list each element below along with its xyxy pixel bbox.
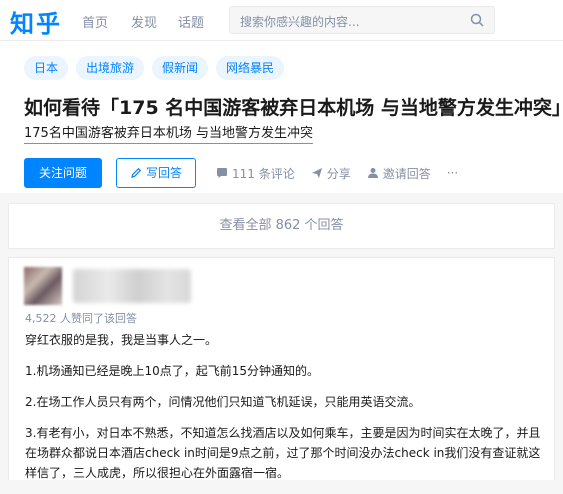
search-icon[interactable] [470,13,484,27]
search-placeholder: 搜索你感兴趣的内容... [240,15,360,29]
more-button[interactable]: ··· [447,166,458,180]
answer-paragraph: 3.有老有小，对日本不熟悉，不知道怎么找酒店以及如何乘车，主要是因为时间实在太晚… [25,426,541,480]
topic-tag[interactable]: 网络暴民 [216,56,285,80]
comments-button[interactable]: 111 条评论 [216,165,295,182]
comment-icon [217,168,227,178]
question-detail[interactable]: 175名中国游客被弃日本机场 与当地警方发生冲突 [24,125,313,144]
question-title: 如何看待「175 名中国游客被弃日本机场 与当地警方发生冲突」？ [24,97,563,119]
share-button[interactable]: 分享 [311,165,351,182]
author-info-blurred[interactable] [73,269,191,303]
write-answer-button[interactable]: 写回答 [116,158,196,188]
share-label: 分享 [326,166,351,181]
view-all-answers-button[interactable]: 查看全部 862 个回答 [8,203,555,249]
question-header: 日本 出境旅游 假新闻 网络暴民 如何看待「175 名中国游客被弃日本机场 与当… [0,41,563,193]
topic-tag[interactable]: 日本 [24,56,69,80]
invite-answer-button[interactable]: 邀请回答 [367,165,431,182]
nav-topics[interactable]: 话题 [178,12,204,31]
topic-tag[interactable]: 出境旅游 [76,56,145,80]
search-input[interactable]: 搜索你感兴趣的内容... [229,6,495,34]
answer-paragraph: 2.在场工作人员只有两个，问情况他们只知道飞机延误，只能用英语交流。 [25,395,421,409]
answer-content: 穿红衣服的是我，我是当事人之一。 1.机场通知已经是晚上10点了，起飞前15分钟… [25,330,547,494]
topic-tags: 日本 出境旅游 假新闻 网络暴民 [24,56,285,80]
top-navbar: 知乎 首页 发现 话题 搜索你感兴趣的内容... [0,0,563,41]
nav-discover[interactable]: 发现 [131,12,157,31]
answer-paragraph: 穿红衣服的是我，我是当事人之一。 [25,333,218,347]
follow-question-button[interactable]: 关注问题 [24,158,102,188]
user-icon [367,168,378,178]
pencil-icon [131,167,142,178]
write-answer-label: 写回答 [145,166,182,180]
invite-label: 邀请回答 [382,166,431,181]
zhihu-logo[interactable]: 知乎 [10,4,62,39]
nav-home[interactable]: 首页 [82,12,108,31]
avatar[interactable] [24,267,62,305]
question-actions: 关注问题 写回答 111 条评论 分享 邀请回答 ··· [24,158,458,188]
vote-count: 4,522 人赞同了该回答 [25,312,137,325]
share-icon [311,168,322,178]
answer-paragraph: 1.机场通知已经是晚上10点了，起飞前15分钟通知的。 [25,364,319,378]
answer-card: 4,522 人赞同了该回答 穿红衣服的是我，我是当事人之一。 1.机场通知已经是… [8,257,555,480]
topic-tag[interactable]: 假新闻 [152,56,209,80]
comments-label: 111 条评论 [232,166,295,181]
